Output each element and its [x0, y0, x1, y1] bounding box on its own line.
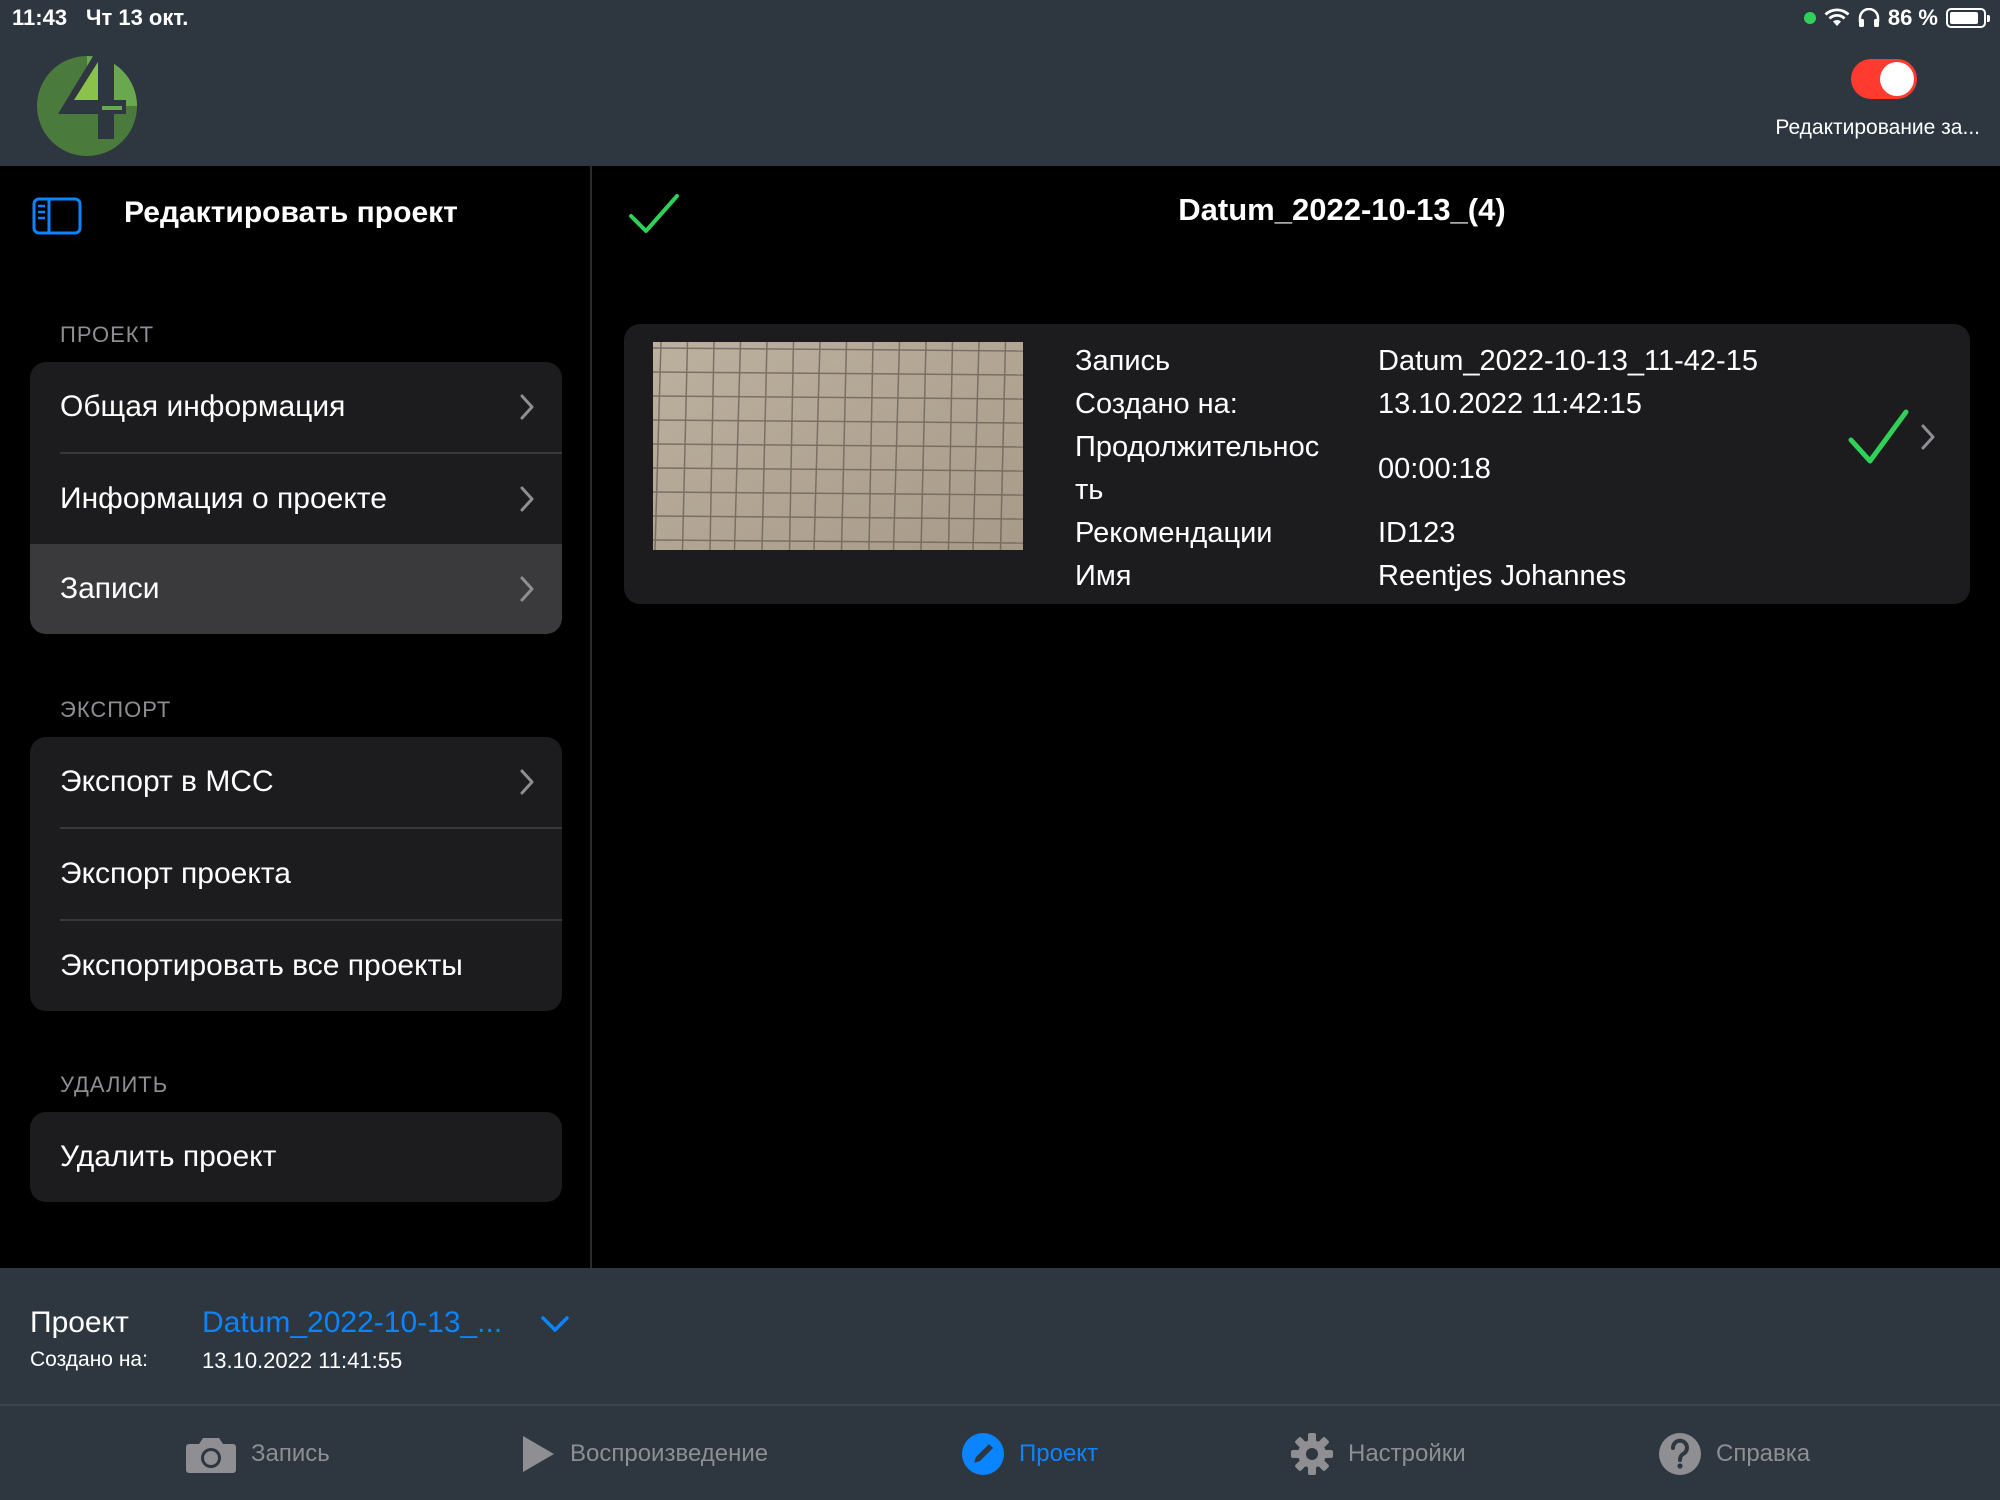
record-card[interactable]: Запись Создано на: Продолжительнос ть Ре… [624, 324, 1970, 604]
section-header-delete: УДАЛИТЬ [60, 1072, 169, 1097]
project-label: Проект [30, 1306, 129, 1339]
tab-settings[interactable]: Настройки [1290, 1432, 1466, 1476]
record-meta-values: Datum_2022-10-13_11-42-15 13.10.2022 11:… [1378, 340, 1758, 598]
section-header-export: ЭКСПОРТ [60, 697, 172, 722]
group-delete: Удалить проект [30, 1112, 562, 1202]
sidebar-item-label: Удалить проект [60, 1140, 277, 1173]
value-name: Reentjes Johannes [1378, 560, 1627, 592]
tab-playback[interactable]: Воспроизведение [520, 1432, 768, 1476]
sidebar-item-project-info[interactable]: Информация о проекте [30, 454, 562, 544]
sidebar-item-label: Общая информация [60, 390, 346, 423]
value-recommendation: ID123 [1378, 517, 1456, 549]
main-panel: Datum_2022-10-13_(4) Запись Создано на: … [594, 166, 2000, 1268]
project-created-label: Создано на: [30, 1348, 148, 1371]
sidebar-item-records[interactable]: Записи [30, 544, 562, 634]
project-created-date: 13.10.2022 11:41:55 [202, 1348, 403, 1373]
chevron-down-icon[interactable] [540, 1314, 570, 1334]
battery-icon [1946, 8, 1990, 28]
label-recommendation: Рекомендации [1075, 517, 1273, 549]
tab-project[interactable]: Проект [961, 1432, 1098, 1476]
play-icon [523, 1436, 554, 1472]
tab-label: Запись [251, 1440, 330, 1467]
sidebar-item-label: Записи [60, 572, 160, 605]
checkmark-icon [1848, 409, 1909, 464]
sidebar-item-general-info[interactable]: Общая информация [30, 362, 562, 452]
app-logo [37, 48, 137, 156]
label-duration-1: Продолжительнос [1075, 431, 1320, 463]
camera-icon [186, 1438, 236, 1473]
status-date: Чт 13 окт. [86, 5, 189, 30]
label-name: Имя [1075, 560, 1132, 592]
status-time: 11:43 [12, 5, 68, 30]
chevron-right-icon [520, 486, 534, 512]
wifi-icon [1824, 8, 1850, 26]
label-duration-2: ть [1075, 474, 1104, 506]
pencil-icon [962, 1433, 1004, 1475]
tab-help[interactable]: Справка [1658, 1432, 1810, 1476]
tab-label: Справка [1716, 1440, 1811, 1467]
project-selector[interactable]: Datum_2022-10-13_... [202, 1306, 502, 1340]
sidebar-item-export-project[interactable]: Экспорт проекта [30, 829, 562, 919]
sidebar-item-label: Экспорт проекта [60, 857, 291, 890]
tab-record[interactable]: Запись [185, 1432, 330, 1476]
chevron-right-icon [1921, 424, 1935, 450]
chevron-right-icon [520, 769, 534, 795]
record-meta-labels: Запись Создано на: Продолжительнос ть Ре… [1075, 340, 1365, 598]
value-record: Datum_2022-10-13_11-42-15 [1378, 345, 1758, 377]
group-project: Общая информация Информация о проекте За… [30, 362, 562, 634]
tab-label: Воспроизведение [570, 1440, 769, 1467]
headphones-icon [1858, 8, 1880, 27]
camera-in-use-dot [1803, 12, 1816, 24]
value-duration: 00:00:18 [1378, 453, 1491, 485]
chevron-right-icon [520, 394, 534, 420]
status-indicators: 86 % [1803, 5, 1990, 31]
edit-toggle-label: Редактирование за... [1775, 116, 1980, 139]
sidebar-item-export-all[interactable]: Экспортировать все проекты [30, 921, 562, 1011]
tab-label: Проект [1019, 1440, 1099, 1467]
sidebar-item-label: Экспорт в MCC [60, 765, 274, 798]
sidebar: Редактировать проект ПРОЕКТ Общая информ… [0, 166, 592, 1268]
record-thumbnail [653, 342, 1023, 550]
sidebar-item-export-mcc[interactable]: Экспорт в MCC [30, 737, 562, 827]
page-title: Datum_2022-10-13_(4) [1178, 192, 1506, 227]
group-export: Экспорт в MCC Экспорт проекта Экспортиро… [30, 737, 562, 1011]
tab-label: Настройки [1348, 1440, 1466, 1467]
value-created: 13.10.2022 11:42:15 [1378, 388, 1642, 420]
gear-icon [1291, 1433, 1333, 1475]
app-window: Редактирование за... 11:43 Чт 13 окт. 86… [0, 0, 2000, 1500]
chevron-right-icon [520, 576, 534, 602]
help-icon [1659, 1433, 1701, 1475]
sidebar-toggle-icon[interactable] [32, 196, 82, 236]
label-record: Запись [1075, 345, 1171, 377]
sidebar-item-label: Информация о проекте [60, 482, 387, 515]
status-bar: 11:43 Чт 13 окт. 86 % [0, 0, 2000, 36]
sidebar-item-label: Экспортировать все проекты [60, 949, 463, 982]
edit-toggle[interactable] [1851, 59, 1917, 99]
label-created: Создано на: [1075, 388, 1238, 420]
sidebar-title: Редактировать проект [124, 196, 458, 229]
tab-bar: Запись Воспроизведение Проект Настройки … [0, 1406, 2000, 1500]
project-bar: Проект Создано на: Datum_2022-10-13_... … [0, 1268, 2000, 1406]
battery-percent: 86 % [1887, 5, 1938, 30]
section-header-project: ПРОЕКТ [60, 322, 155, 347]
sidebar-item-delete-project[interactable]: Удалить проект [30, 1112, 562, 1202]
